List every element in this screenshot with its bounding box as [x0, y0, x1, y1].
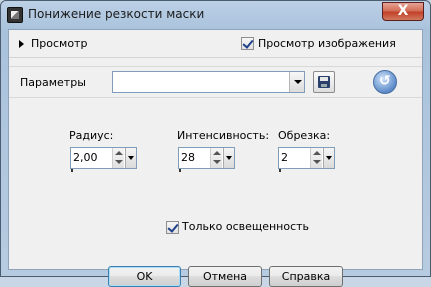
clip-label: Обрезка: [278, 129, 331, 142]
floppy-disk-icon [318, 76, 330, 88]
radius-dropdown-icon[interactable] [125, 148, 136, 168]
close-button[interactable]: X [382, 2, 424, 21]
radius-slider-track[interactable] [71, 169, 136, 172]
luminance-only-checkbox[interactable] [166, 221, 179, 234]
radius-label: Радиус: [69, 129, 114, 142]
clip-value[interactable]: 2 [281, 151, 288, 164]
chevron-down-icon[interactable] [289, 72, 304, 92]
presets-label: Параметры [20, 76, 86, 89]
window-title: Понижение резкости маски [28, 7, 205, 21]
intensity-label: Интенсивность: [177, 129, 270, 142]
clip-slider-track[interactable] [279, 169, 334, 172]
reset-defaults-button[interactable] [373, 70, 397, 94]
radius-up-down-arrows-icon[interactable] [112, 148, 124, 168]
app-icon [7, 7, 23, 23]
clip-spinbox[interactable]: 2 [278, 147, 335, 172]
clip-up-down-arrows-icon[interactable] [310, 148, 322, 168]
luminance-only-label[interactable]: Только освещенность [182, 220, 309, 233]
intensity-value[interactable]: 28 [181, 151, 195, 164]
presets-combo[interactable] [112, 71, 305, 93]
radius-value[interactable]: 2,00 [73, 151, 98, 164]
intensity-up-down-arrows-icon[interactable] [210, 148, 222, 168]
image-preview-label[interactable]: Просмотр изображения [258, 37, 396, 50]
intensity-spinbox[interactable]: 28 [178, 147, 235, 172]
intensity-dropdown-icon[interactable] [223, 148, 234, 168]
dialog-client-area: Просмотр Просмотр изображения Параметры … [8, 29, 423, 287]
dialog-window: Понижение резкости маски X Просмотр Прос… [0, 0, 431, 287]
image-preview-checkbox[interactable] [241, 37, 254, 50]
radius-spinbox[interactable]: 2,00 [70, 147, 137, 172]
clip-dropdown-icon[interactable] [323, 148, 334, 168]
save-preset-button[interactable] [313, 71, 335, 93]
title-bar[interactable]: Понижение резкости маски X [1, 1, 430, 29]
preview-toggle-label[interactable]: Просмотр [31, 37, 87, 50]
presets-row: Параметры [9, 66, 422, 98]
intensity-slider-track[interactable] [179, 169, 234, 172]
preview-bar: Просмотр Просмотр изображения [9, 30, 422, 58]
triangle-right-icon[interactable] [19, 40, 24, 48]
